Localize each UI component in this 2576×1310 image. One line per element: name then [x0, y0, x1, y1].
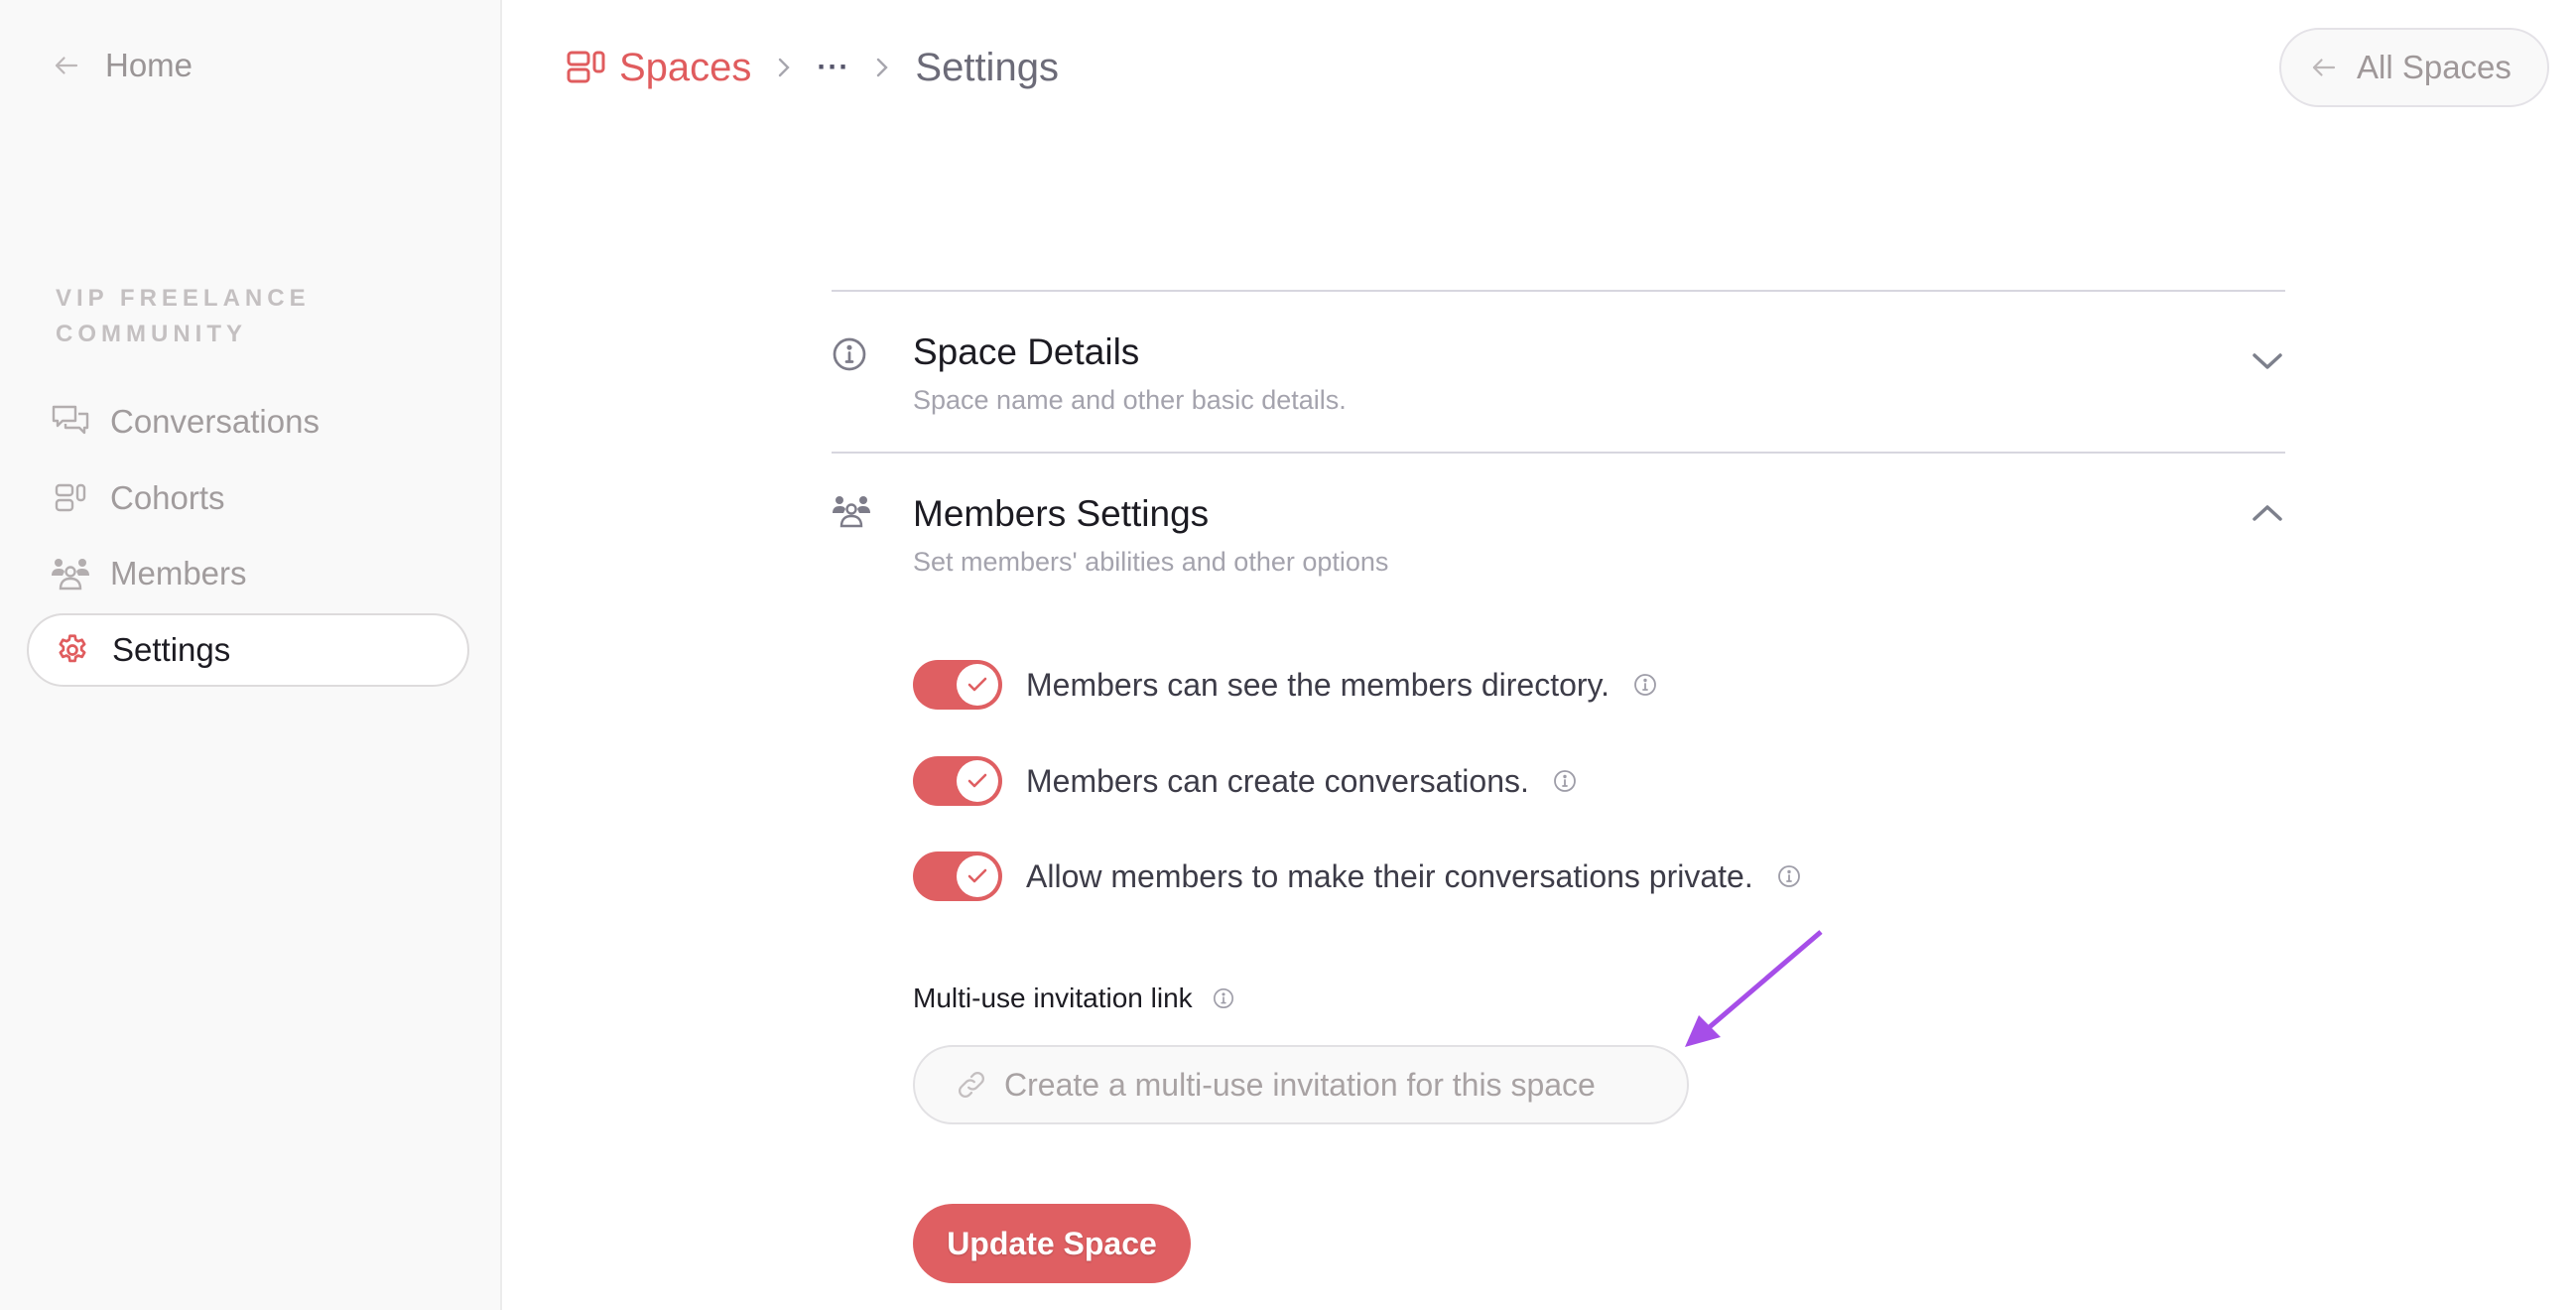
home-label: Home [105, 47, 193, 83]
sidebar: Home VIP FREELANCE COMMUNITY Conversatio… [0, 0, 502, 1310]
chevron-right-icon [777, 57, 791, 78]
members-settings-title: Members Settings [913, 493, 1210, 534]
toggle-members-directory[interactable] [913, 660, 1002, 710]
info-icon[interactable] [1213, 987, 1234, 1009]
chevron-right-icon [875, 57, 889, 78]
sidebar-item-settings[interactable]: Settings [27, 613, 469, 687]
chat-bubbles-icon [51, 402, 90, 442]
toggle-row-members-directory: Members can see the members directory. [913, 658, 1657, 712]
sidebar-item-label: Members [110, 555, 247, 591]
sidebar-item-members[interactable]: Members [27, 537, 469, 610]
info-icon [833, 337, 866, 371]
check-icon [967, 868, 987, 883]
sidebar-item-label: Settings [112, 631, 231, 668]
gear-icon [53, 630, 92, 670]
sidebar-item-conversations[interactable]: Conversations [27, 385, 469, 458]
chevron-up-icon[interactable] [2250, 501, 2285, 525]
cohorts-icon [51, 478, 90, 518]
space-details-subtitle: Space name and other basic details. [913, 385, 1347, 415]
members-icon [51, 554, 90, 593]
space-details-section[interactable]: Space Details Space name and other basic… [832, 292, 2285, 452]
home-link[interactable]: Home [52, 42, 193, 89]
toggle-label: Members can create conversations. [1026, 762, 1529, 799]
check-icon [967, 677, 987, 692]
sidebar-item-cohorts[interactable]: Cohorts [27, 461, 469, 535]
info-icon[interactable] [1553, 769, 1577, 793]
all-spaces-button[interactable]: All Spaces [2279, 28, 2549, 107]
community-name: VIP FREELANCE COMMUNITY [56, 285, 311, 347]
toggle-knob [957, 760, 998, 802]
members-settings-section[interactable]: Members Settings Set members' abilities … [832, 454, 2285, 613]
sidebar-item-label: Cohorts [110, 479, 225, 516]
check-icon [967, 773, 987, 788]
members-settings-subtitle: Set members' abilities and other options [913, 547, 1389, 577]
info-icon[interactable] [1633, 673, 1657, 697]
sidebar-item-label: Conversations [110, 403, 320, 440]
create-invitation-button[interactable]: Create a multi-use invitation for this s… [913, 1045, 1689, 1124]
arrow-left-icon [55, 57, 78, 74]
toggle-row-create-conversations: Members can create conversations. [913, 754, 1577, 808]
invitation-placeholder: Create a multi-use invitation for this s… [1004, 1066, 1596, 1103]
info-icon[interactable] [1777, 864, 1801, 888]
toggle-label: Allow members to make their conversation… [1026, 857, 1753, 894]
toggle-row-private-conversations: Allow members to make their conversation… [913, 850, 1801, 903]
breadcrumb-spaces[interactable]: Spaces [566, 46, 751, 90]
invitation-label: Multi-use invitation link [913, 982, 1193, 1013]
link-icon [959, 1072, 984, 1098]
breadcrumb-current: Settings [915, 45, 1059, 89]
space-details-title: Space Details [913, 331, 1140, 372]
toggle-label: Members can see the members directory. [1026, 666, 1610, 703]
arrow-left-icon [2312, 59, 2336, 76]
breadcrumb-ellipsis[interactable]: ··· [817, 51, 849, 84]
annotation-arrow-icon [1685, 930, 1823, 1047]
toggle-knob [957, 855, 998, 897]
members-icon [833, 496, 870, 528]
toggle-create-conversations[interactable] [913, 756, 1002, 806]
chevron-down-icon[interactable] [2250, 349, 2285, 373]
toggle-knob [957, 664, 998, 706]
all-spaces-label: All Spaces [2357, 49, 2512, 85]
invitation-label-row: Multi-use invitation link [913, 982, 1234, 1014]
settings-content: Space Details Space name and other basic… [832, 290, 2285, 613]
update-space-button[interactable]: Update Space [913, 1204, 1191, 1283]
toggle-private-conversations[interactable] [913, 852, 1002, 901]
breadcrumb-spaces-label: Spaces [619, 45, 752, 89]
spaces-icon [567, 51, 605, 83]
breadcrumb: Spaces ··· Settings [566, 38, 1059, 97]
